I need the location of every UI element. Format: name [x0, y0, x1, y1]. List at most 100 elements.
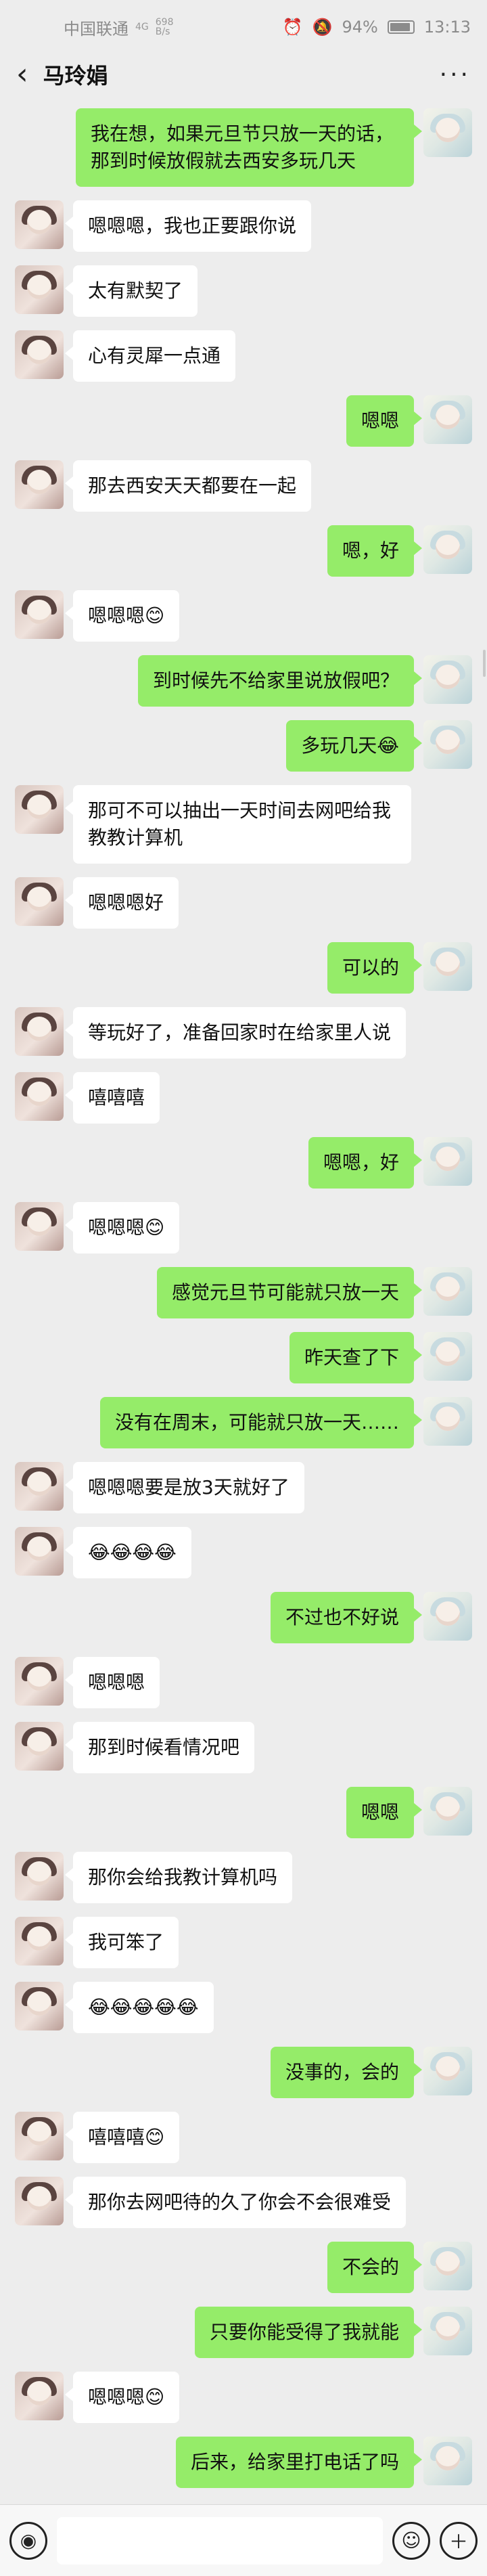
message-bubble[interactable]: 😂😂😂😂😂 — [65, 1982, 214, 2033]
chevron-left-icon[interactable]: ‹ — [16, 60, 28, 89]
my-avatar[interactable] — [423, 2047, 472, 2095]
message-row: 感觉元旦节可能就只放一天 — [0, 1267, 487, 1318]
more-icon[interactable]: ··· — [440, 61, 471, 89]
my-avatar[interactable] — [423, 1397, 472, 1446]
message-bubble[interactable]: 没有在周末，可能就只放一天…… — [99, 1397, 423, 1448]
carrier-label: 中国联通 — [64, 19, 129, 39]
message-row: 后来，给家里打电话了吗 — [0, 2437, 487, 2488]
message-bubble[interactable]: 嘻嘻嘻😊 — [64, 2112, 180, 2163]
message-row: 到时候先不给家里说放假吧？ — [0, 655, 487, 707]
emoji-icon[interactable]: ☺ — [392, 2521, 430, 2560]
message-bubble[interactable]: 到时候先不给家里说放假吧？ — [137, 655, 423, 707]
contact-avatar[interactable] — [15, 2372, 64, 2420]
contact-avatar[interactable] — [15, 1462, 64, 1511]
my-avatar[interactable] — [423, 1267, 472, 1316]
message-bubble[interactable]: 那你会给我教计算机吗 — [64, 1852, 293, 1903]
message-bubble[interactable]: 昨天查了下 — [289, 1332, 423, 1383]
message-bubble[interactable]: 我可笨了 — [64, 1917, 179, 1968]
contact-avatar[interactable] — [15, 590, 64, 639]
message-bubble[interactable]: 嘻嘻嘻 — [64, 1072, 160, 1124]
contact-avatar[interactable] — [15, 877, 64, 926]
message-row: 我可笨了 — [0, 1917, 487, 1968]
scrollbar[interactable] — [483, 650, 486, 677]
message-bubble[interactable]: 我在想，如果元旦节只放一天的话，那到时候放假就去西安多玩几天 — [76, 108, 422, 187]
message-row: 嗯嗯嗯😊 — [0, 1202, 487, 1253]
my-avatar[interactable] — [423, 942, 472, 991]
message-row: 多玩几天😂 — [0, 720, 487, 772]
message-bubble[interactable]: 感觉元旦节可能就只放一天 — [156, 1267, 423, 1318]
contact-avatar[interactable] — [15, 1722, 64, 1771]
message-row: 😂😂😂😂😂 — [0, 1982, 487, 2033]
plus-icon[interactable]: ＋ — [440, 2521, 478, 2560]
message-row: 太有默契了 — [0, 265, 487, 317]
contact-avatar[interactable] — [15, 1072, 64, 1121]
my-avatar[interactable] — [423, 2242, 472, 2290]
message-bubble[interactable]: 那去西安天天都要在一起 — [64, 460, 312, 512]
message-bubble[interactable]: 多玩几天😂 — [286, 720, 422, 772]
contact-avatar[interactable] — [15, 1982, 64, 2030]
my-avatar[interactable] — [423, 2437, 472, 2485]
contact-avatar[interactable] — [15, 1852, 64, 1901]
message-bubble[interactable]: 嗯嗯嗯😊 — [64, 590, 180, 642]
my-avatar[interactable] — [423, 1592, 472, 1641]
my-avatar[interactable] — [423, 2307, 472, 2355]
message-row: 嗯嗯嗯😊 — [0, 590, 487, 642]
message-bubble[interactable]: 嗯嗯嗯好 — [64, 877, 179, 929]
message-input[interactable] — [57, 2516, 383, 2564]
contact-avatar[interactable] — [15, 1657, 64, 1706]
message-row: 嗯嗯嗯，我也正要跟你说 — [0, 200, 487, 252]
my-avatar[interactable] — [423, 525, 472, 574]
message-bubble[interactable]: 嗯，好 — [327, 525, 423, 577]
message-bubble[interactable]: 不会的 — [327, 2242, 423, 2293]
my-avatar[interactable] — [423, 1787, 472, 1836]
message-bubble[interactable]: 太有默契了 — [64, 265, 198, 317]
contact-avatar[interactable] — [15, 2112, 64, 2160]
contact-avatar[interactable] — [15, 1007, 64, 1056]
message-bubble[interactable]: 等玩好了，准备回家时在给家里人说 — [64, 1007, 407, 1059]
message-bubble[interactable]: 嗯嗯嗯要是放3天就好了 — [65, 1462, 304, 1513]
my-avatar[interactable] — [423, 655, 472, 704]
message-bubble[interactable]: 嗯嗯 — [346, 1787, 423, 1838]
contact-avatar[interactable] — [15, 1202, 64, 1251]
battery-percent: 94% — [342, 18, 378, 37]
message-bubble[interactable]: 那可不可以抽出一天时间去网吧给我教教计算机 — [65, 785, 411, 864]
message-bubble[interactable]: 嗯嗯，好 — [308, 1137, 423, 1189]
message-bubble[interactable]: 嗯嗯嗯 — [64, 1657, 160, 1708]
my-avatar[interactable] — [423, 720, 472, 769]
message-bubble[interactable]: 后来，给家里打电话了吗 — [175, 2437, 423, 2488]
message-row: 嗯，好 — [0, 525, 487, 577]
contact-avatar[interactable] — [15, 265, 64, 314]
message-bubble[interactable]: 那你去网吧待的久了你会不会很难受 — [64, 2177, 407, 2228]
message-bubble[interactable]: 只要你能受得了我就能 — [194, 2307, 423, 2358]
my-avatar[interactable] — [423, 395, 472, 444]
message-bubble[interactable]: 那到时候看情况吧 — [64, 1722, 255, 1773]
message-row: 嗯嗯嗯要是放3天就好了 — [0, 1462, 487, 1513]
contact-avatar[interactable] — [15, 2177, 64, 2225]
contact-avatar[interactable] — [15, 330, 64, 379]
data-speed: 698 B/s — [156, 18, 174, 37]
message-bubble[interactable]: 😂😂😂😂 — [65, 1527, 191, 1578]
message-bubble[interactable]: 嗯嗯嗯😊 — [64, 1202, 180, 1253]
message-bubble[interactable]: 可以的 — [327, 942, 423, 994]
contact-avatar[interactable] — [15, 200, 64, 249]
contact-avatar[interactable] — [15, 1527, 64, 1576]
input-bar: ◉ ☺ ＋ — [0, 2504, 487, 2576]
message-bubble[interactable]: 不过也不好说 — [270, 1592, 423, 1643]
message-bubble[interactable]: 嗯嗯嗯😊 — [64, 2372, 180, 2423]
contact-avatar[interactable] — [15, 1917, 64, 1966]
message-row: 嗯嗯嗯 — [0, 1657, 487, 1708]
voice-icon[interactable]: ◉ — [9, 2521, 47, 2560]
battery-icon — [387, 20, 415, 34]
my-avatar[interactable] — [423, 1332, 472, 1381]
message-bubble[interactable]: 心有灵犀一点通 — [64, 330, 236, 382]
message-bubble[interactable]: 没事的，会的 — [270, 2047, 423, 2098]
message-bubble[interactable]: 嗯嗯 — [346, 395, 423, 447]
contact-avatar[interactable] — [15, 460, 64, 509]
my-avatar[interactable] — [423, 1137, 472, 1186]
message-bubble[interactable]: 嗯嗯嗯，我也正要跟你说 — [64, 200, 312, 252]
contact-avatar[interactable] — [15, 785, 64, 834]
message-row: 那到时候看情况吧 — [0, 1722, 487, 1773]
my-avatar[interactable] — [423, 108, 472, 157]
alarm-icon: ⏰ — [282, 18, 303, 37]
signal-icon: 4G — [135, 22, 149, 32]
